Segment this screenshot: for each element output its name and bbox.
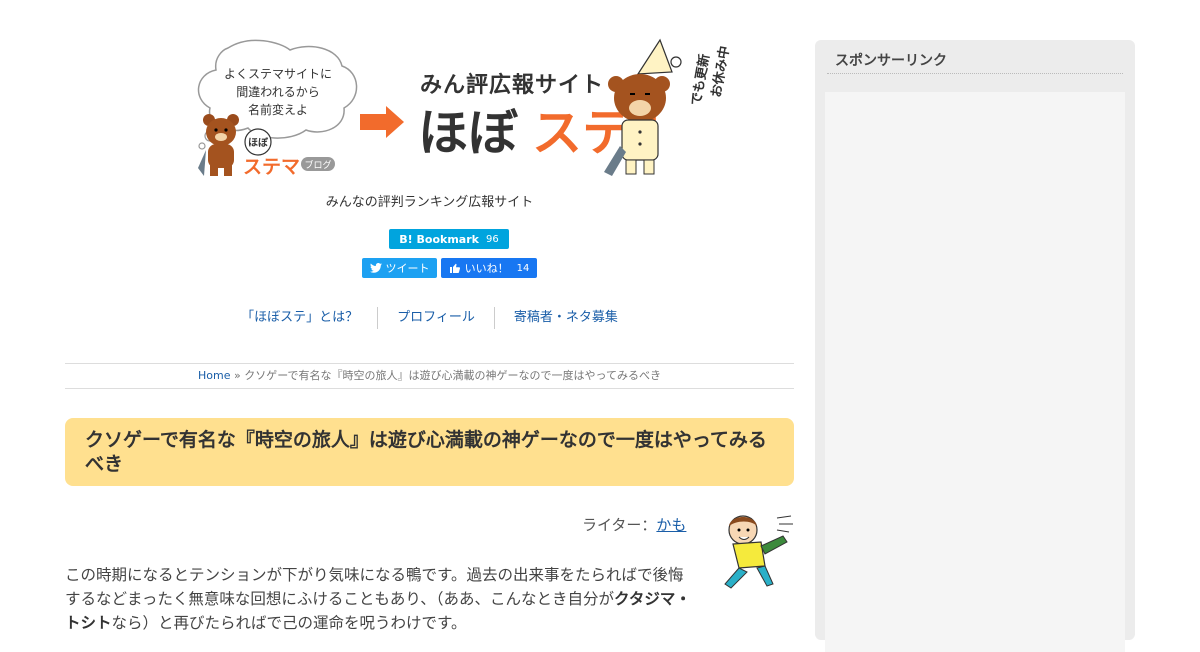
twitter-bird-icon: [369, 263, 382, 273]
breadcrumb-current: クソゲーで有名な『時空の旅人』は遊び心満載の神ゲーなので一度はやってみるべき: [244, 369, 661, 382]
breadcrumb: Home » クソゲーで有名な『時空の旅人』は遊び心満載の神ゲーなので一度はやっ…: [65, 363, 794, 389]
article-body: この時期になるとテンションが下がり気味になる鴨です。過去の出来事をたらればで後悔…: [65, 563, 695, 635]
hatena-count: 96: [485, 233, 499, 245]
old-logo-small: ほぼ: [248, 136, 269, 149]
bubble-line-1: よくステマサイトに: [224, 67, 332, 81]
article-title: クソゲーで有名な『時空の旅人』は遊び心満載の神ゲーなので一度はやってみるべき: [65, 418, 794, 486]
tweet-button[interactable]: ツイート: [362, 258, 437, 278]
header-nav: 「ほぼステ」とは？ プロフィール 寄稿者・ネタ募集: [65, 307, 794, 329]
old-logo-tag: ブログ: [304, 159, 331, 171]
side-note-2: お休み中: [708, 45, 733, 99]
sleeping-bear-illustration: でも更新 お休み中: [604, 38, 733, 176]
sponsor-heading: スポンサーリンク: [835, 53, 947, 69]
breadcrumb-separator: »: [230, 369, 245, 382]
sidebar: スポンサーリンク: [815, 40, 1135, 652]
body-text-3: なら）と再びたられば: [111, 614, 267, 632]
facebook-like-label: いいね！: [464, 262, 509, 275]
arrow-right-icon: [360, 106, 404, 138]
site-tagline: みんなの評判ランキング広報サイト: [325, 195, 534, 210]
bubble-line-2: 間違われるから: [236, 85, 319, 99]
main-column: よくステマサイトに 間違われるから 名前変えよ ほぼ ステマ ブログ みん評広報…: [65, 0, 794, 632]
facebook-like-button[interactable]: いいね！ 14: [441, 258, 537, 278]
hatena-label: B! Bookmark: [399, 232, 479, 246]
body-text-1: この時期になるとテンションが下がり気味になる鴨です。過去の出来事をたられば: [65, 566, 637, 584]
nav-profile[interactable]: プロフィール: [377, 307, 494, 329]
writer-link[interactable]: かも: [656, 516, 686, 534]
old-logo-main: ステマ: [243, 156, 300, 178]
nav-about[interactable]: 「ほぼステ」とは？: [222, 307, 377, 329]
breadcrumb-home[interactable]: Home: [198, 369, 230, 382]
facebook-like-count: 14: [516, 262, 530, 274]
nav-contribute[interactable]: 寄稿者・ネタ募集: [493, 307, 637, 329]
sidebar-divider: [827, 73, 1123, 74]
site-logo-a: ほぼ: [418, 104, 519, 162]
sponsor-ad-slot[interactable]: [825, 92, 1125, 652]
tweet-label: ツイート: [385, 262, 430, 275]
writer-avatar: [724, 515, 793, 589]
writer-label: ライター：: [582, 516, 657, 534]
site-subtitle: みん評広報サイト: [420, 72, 604, 98]
facebook-thumb-icon: [449, 263, 460, 273]
side-note-1: でも更新: [688, 53, 713, 107]
hatena-bookmark-button[interactable]: B! Bookmark 96: [389, 229, 509, 249]
article-writer: ライター：かも: [582, 514, 686, 535]
body-text-4: で己の運命を呪うわけです。: [266, 614, 467, 632]
bubble-line-3: 名前変えよ: [248, 102, 308, 117]
